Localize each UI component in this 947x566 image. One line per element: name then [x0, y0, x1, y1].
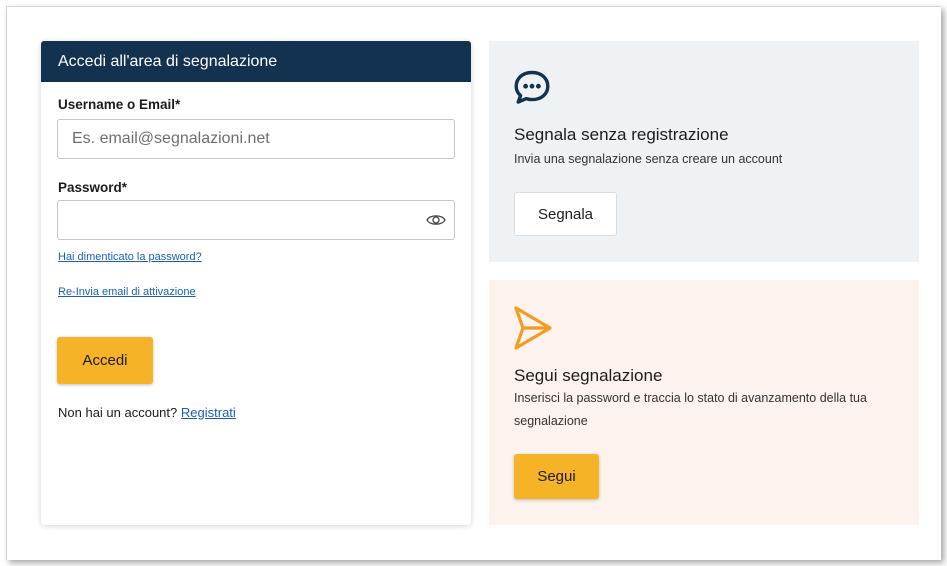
resend-activation-link[interactable]: Re-Invia email di attivazione [58, 286, 196, 298]
password-label: Password* [58, 180, 128, 195]
send-icon [514, 306, 552, 350]
login-button[interactable]: Accedi [57, 337, 153, 384]
forgot-password-link[interactable]: Hai dimenticato la password? [58, 251, 202, 263]
report-title: Segnala senza registrazione [514, 125, 729, 144]
signup-prompt: Non hai un account? Registrati [58, 405, 236, 420]
chat-bubble-icon [514, 70, 550, 104]
report-description: Invia una segnalazione senza creare un a… [514, 152, 783, 166]
password-input[interactable] [57, 200, 455, 240]
report-panel: Segnala senza registrazione Invia una se… [489, 41, 919, 262]
follow-panel: Segui segnalazione Inserisci la password… [489, 280, 919, 525]
follow-button[interactable]: Segui [514, 454, 599, 499]
login-card: Accedi all'area di segnalazione Username… [41, 41, 471, 525]
username-label: Username o Email* [58, 97, 181, 112]
login-card-title: Accedi all'area di segnalazione [41, 41, 471, 82]
report-button[interactable]: Segnala [514, 192, 617, 236]
no-account-text: Non hai un account? [58, 405, 178, 420]
username-input[interactable] [57, 119, 455, 159]
register-link[interactable]: Registrati [181, 405, 236, 420]
follow-description: Inserisci la password e traccia lo stato… [514, 391, 867, 428]
eye-icon[interactable] [426, 213, 446, 227]
follow-title: Segui segnalazione [514, 366, 663, 385]
